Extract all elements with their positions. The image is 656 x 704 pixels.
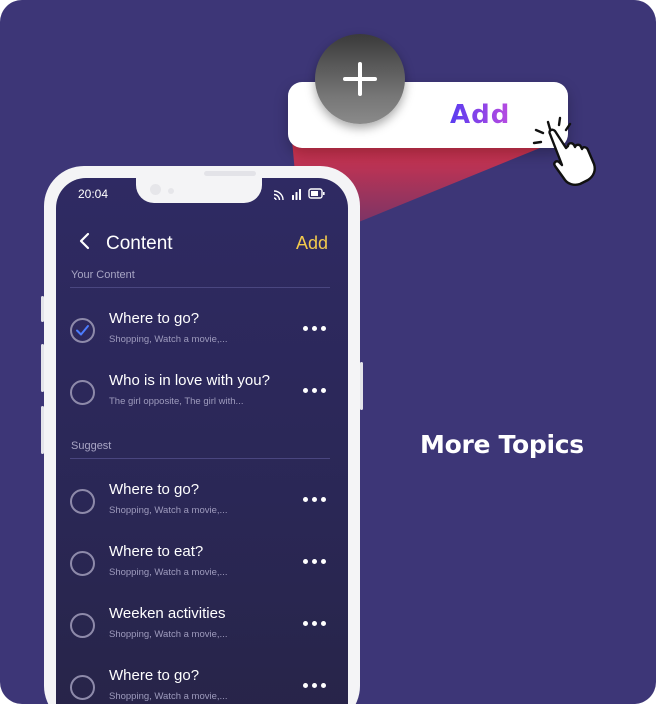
item-title: Weeken activities	[109, 605, 226, 622]
add-button[interactable]: Add	[296, 233, 328, 254]
chevron-left-icon[interactable]	[76, 232, 94, 250]
item-title: Where to go?	[109, 481, 200, 498]
more-options-icon[interactable]	[303, 388, 329, 394]
hand-pointer-icon	[532, 116, 596, 186]
unchecked-circle-icon[interactable]	[70, 489, 95, 514]
phone-speaker	[204, 171, 256, 176]
list-item[interactable]: Who is in love with you? The girl opposi…	[56, 362, 348, 422]
phone-side-button	[41, 406, 44, 454]
more-options-icon[interactable]	[303, 497, 329, 503]
list-item[interactable]: Where to go? Shopping, Watch a movie,...	[56, 471, 348, 531]
list-item[interactable]: Where to go? Shopping, Watch a movie,...	[56, 300, 348, 360]
item-subtitle: Shopping, Watch a movie,...	[109, 334, 228, 345]
list-item[interactable]: Weeken activities Shopping, Watch a movi…	[56, 595, 348, 655]
unchecked-circle-icon[interactable]	[70, 380, 95, 405]
section-label-suggest: Suggest	[71, 440, 112, 452]
item-title: Where to go?	[109, 667, 200, 684]
item-subtitle: Shopping, Watch a movie,...	[109, 691, 228, 702]
status-bar-icons	[273, 188, 325, 201]
unchecked-circle-icon[interactable]	[70, 613, 95, 638]
divider	[70, 287, 330, 288]
status-time: 20:04	[78, 187, 109, 201]
cast-icon	[273, 190, 284, 201]
more-options-icon[interactable]	[303, 559, 329, 565]
promo-canvas: Add More Topics 20:04 Content Add Your C…	[0, 0, 656, 704]
item-subtitle: The girl opposite, The girl with...	[109, 396, 244, 407]
more-topics-heading: More Topics	[420, 430, 584, 459]
unchecked-circle-icon[interactable]	[70, 551, 95, 576]
plus-icon[interactable]	[315, 34, 405, 124]
phone-notch	[136, 178, 262, 203]
phone-screen: 20:04 Content Add Your Content Where to …	[56, 178, 348, 704]
item-title: Where to go?	[109, 310, 200, 327]
list-item[interactable]: Where to go? Shopping, Watch a movie,...	[56, 657, 348, 704]
more-options-icon[interactable]	[303, 326, 329, 332]
signal-icon	[292, 189, 301, 200]
phone-side-button	[41, 296, 44, 322]
section-label-your-content: Your Content	[71, 269, 135, 281]
app-header: Content Add	[56, 222, 348, 262]
phone-side-button	[41, 344, 44, 392]
item-subtitle: Shopping, Watch a movie,...	[109, 505, 228, 516]
callout-add-button[interactable]: Add	[450, 100, 510, 130]
checked-circle-icon[interactable]	[70, 318, 95, 343]
item-subtitle: Shopping, Watch a movie,...	[109, 629, 228, 640]
phone-mockup: 20:04 Content Add Your Content Where to …	[41, 166, 363, 704]
phone-side-button	[360, 362, 363, 410]
item-title: Where to eat?	[109, 543, 204, 560]
unchecked-circle-icon[interactable]	[70, 675, 95, 700]
more-options-icon[interactable]	[303, 683, 329, 689]
page-title: Content	[106, 233, 173, 254]
divider	[70, 458, 330, 459]
list-item[interactable]: Where to eat? Shopping, Watch a movie,..…	[56, 533, 348, 593]
item-title: Who is in love with you?	[109, 372, 270, 389]
more-options-icon[interactable]	[303, 621, 329, 627]
item-subtitle: Shopping, Watch a movie,...	[109, 567, 228, 578]
battery-icon	[308, 188, 325, 199]
